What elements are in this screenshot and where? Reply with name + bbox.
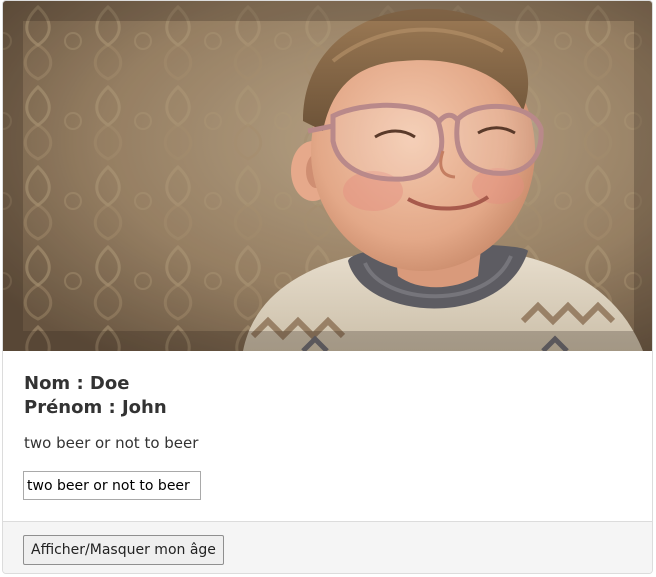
profile-photo (3, 1, 652, 351)
card-body: Nom : Doe Prénom : John two beer or not … (3, 351, 652, 521)
card-footer: Afficher/Masquer mon âge (3, 521, 652, 573)
toggle-age-button[interactable]: Afficher/Masquer mon âge (23, 535, 224, 565)
quote-input[interactable] (23, 471, 201, 500)
first-name-heading: Prénom : John (24, 397, 167, 418)
profile-card: Nom : Doe Prénom : John two beer or not … (2, 0, 653, 574)
portrait-photo-icon (3, 1, 652, 351)
quote-text: two beer or not to beer (24, 434, 199, 452)
last-name-heading: Nom : Doe (24, 373, 130, 394)
